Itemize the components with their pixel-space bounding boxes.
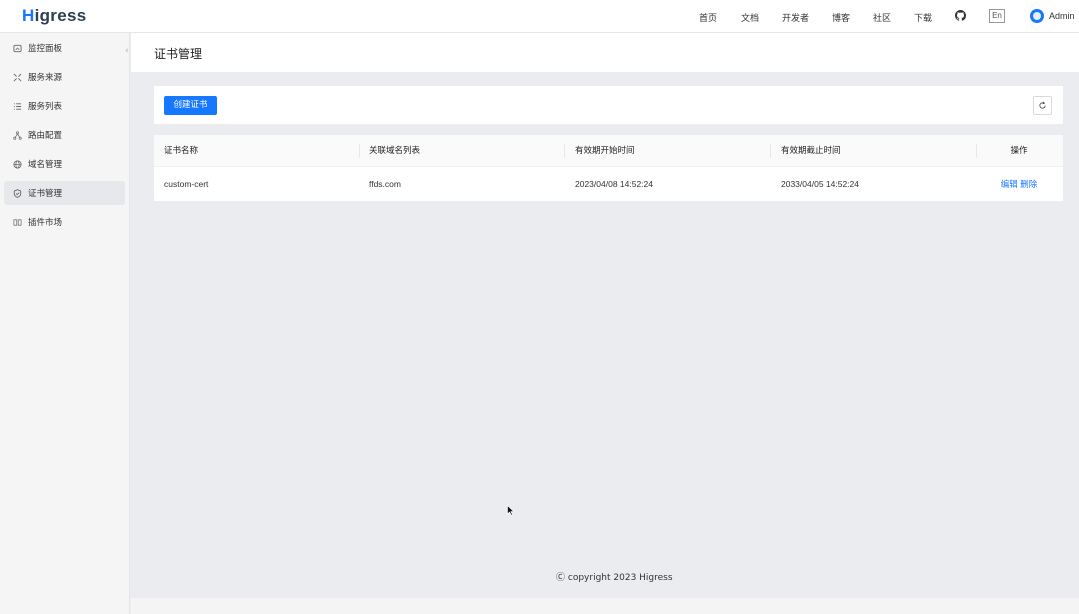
cert-end-time: 2033/04/05 14:52:24 (781, 179, 859, 189)
globe-icon (13, 159, 22, 169)
github-icon[interactable] (955, 10, 966, 21)
column-divider (564, 144, 565, 158)
sidebar-item-certificate[interactable]: 证书管理 (4, 181, 125, 205)
toolbar: 创建证书 (154, 86, 1063, 124)
cert-name: custom-cert (164, 179, 209, 189)
sidebar-item-plugin-market[interactable]: 插件市场 (4, 210, 125, 234)
sidebar-item-label: 证书管理 (28, 189, 63, 199)
sidebar-item-dashboard[interactable]: 监控面板 (4, 36, 125, 60)
footer: Ⓒ copyright 2023 Higress (556, 570, 673, 583)
avatar[interactable] (1030, 9, 1044, 23)
logo-text: igress (34, 6, 87, 25)
nav-developer[interactable]: 开发者 (782, 11, 809, 24)
sidebar-item-route-config[interactable]: 路由配置 (4, 123, 125, 147)
column-header[interactable]: 证书名称 (164, 135, 198, 167)
list-icon (13, 102, 22, 111)
nav-docs[interactable]: 文档 (741, 11, 759, 24)
user-name[interactable]: Admin (1049, 11, 1075, 21)
column-header: 操作 (1010, 146, 1028, 156)
sidebar: ‹ 监控面板 服务来源 服务列表 路由配置 域名管理 证书管理 插件市场 (0, 33, 130, 614)
collapse-sidebar-icon[interactable]: ‹ (125, 46, 129, 56)
column-header[interactable]: 关联域名列表 (369, 135, 420, 167)
edit-link[interactable]: 编辑 (1001, 179, 1018, 189)
copyright-icon: Ⓒ (556, 573, 566, 583)
sidebar-item-label: 服务列表 (28, 102, 63, 112)
table-header: 证书名称 关联域名列表 有效期开始时间 有效期截止时间 操作 (154, 135, 1063, 167)
cert-domains: ffds.com (369, 179, 401, 189)
sidebar-item-label: 路由配置 (28, 131, 63, 141)
sidebar-item-domain[interactable]: 域名管理 (4, 152, 125, 176)
bottom-strip (131, 598, 1079, 614)
sidebar-item-label: 监控面板 (28, 44, 63, 54)
create-certificate-button[interactable]: 创建证书 (164, 96, 217, 115)
sidebar-item-service-list[interactable]: 服务列表 (4, 94, 125, 118)
plugin-icon (13, 218, 22, 227)
page-header: 证书管理 (131, 33, 1079, 72)
top-bar: Higress 首页 文档 开发者 博客 社区 下载 En Admin (0, 0, 1079, 33)
mouse-cursor-icon (507, 505, 515, 516)
certificate-table: 证书名称 关联域名列表 有效期开始时间 有效期截止时间 操作 custom-ce… (154, 135, 1063, 201)
sidebar-item-label: 插件市场 (28, 218, 63, 228)
nav-home[interactable]: 首页 (699, 11, 717, 24)
row-actions: 编辑 删除 (986, 168, 1052, 201)
cert-start-time: 2023/04/08 14:52:24 (575, 179, 653, 189)
nav-download[interactable]: 下载 (914, 11, 932, 24)
column-divider (976, 144, 977, 158)
logo-letter: H (22, 6, 35, 25)
column-divider (359, 144, 360, 158)
nav-blog[interactable]: 博客 (832, 11, 850, 24)
refresh-icon (1039, 101, 1046, 109)
delete-link[interactable]: 删除 (1020, 179, 1037, 189)
column-divider (770, 144, 771, 158)
dashboard-icon (13, 44, 22, 53)
footer-text: copyright 2023 Higress (567, 573, 673, 583)
nav-community[interactable]: 社区 (873, 11, 891, 24)
service-source-icon (13, 73, 22, 82)
page-title: 证书管理 (154, 47, 203, 61)
language-switch[interactable]: En (989, 9, 1005, 23)
higress-logo[interactable]: Higress (22, 6, 86, 26)
sidebar-item-label: 服务来源 (28, 73, 63, 83)
sidebar-item-service-source[interactable]: 服务来源 (4, 65, 125, 89)
refresh-button[interactable] (1033, 96, 1052, 115)
column-header[interactable]: 有效期截止时间 (781, 135, 841, 167)
sidebar-item-label: 域名管理 (28, 160, 63, 170)
route-icon (13, 130, 22, 140)
column-header[interactable]: 有效期开始时间 (575, 135, 635, 167)
shield-icon (13, 188, 22, 198)
